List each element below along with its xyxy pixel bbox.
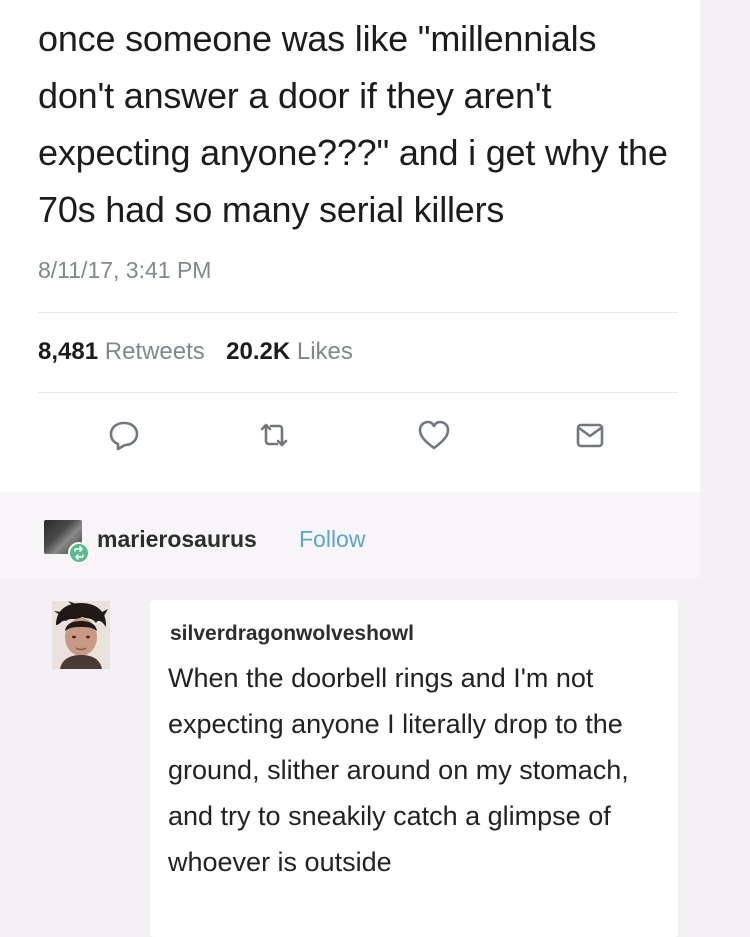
tweet-timestamp: 8/11/17, 3:41 PM — [38, 257, 212, 283]
heart-icon — [418, 420, 450, 450]
retweets-label[interactable]: Retweets — [105, 338, 205, 365]
reblog-icon — [74, 546, 84, 560]
follow-button[interactable]: Follow — [299, 526, 365, 553]
retweets-count[interactable]: 8,481 — [38, 338, 98, 365]
reblog-badge — [68, 542, 90, 564]
likes-label[interactable]: Likes — [297, 338, 353, 365]
tweet-text: once someone was like "millennials don't… — [38, 18, 668, 230]
tweet-card: once someone was like "millennials don't… — [0, 0, 700, 492]
message-icon — [576, 423, 604, 448]
likes-count[interactable]: 20.2K — [226, 338, 290, 365]
like-button[interactable] — [414, 415, 454, 455]
retweet-button[interactable] — [254, 415, 294, 455]
divider — [38, 392, 678, 393]
reply-username[interactable]: silverdragonwolveshowl — [170, 622, 414, 646]
avatar[interactable] — [52, 601, 110, 669]
reply-button[interactable] — [104, 415, 144, 455]
reblog-username[interactable]: marierosaurus — [97, 526, 257, 553]
retweet-icon — [260, 423, 288, 447]
tweet-stats: 8,481 Retweets 20.2K Likes — [38, 338, 353, 366]
reply-icon — [109, 421, 139, 451]
message-button[interactable] — [570, 415, 610, 455]
reply-text: When the doorbell rings and I'm not expe… — [168, 663, 629, 877]
divider — [38, 312, 678, 313]
